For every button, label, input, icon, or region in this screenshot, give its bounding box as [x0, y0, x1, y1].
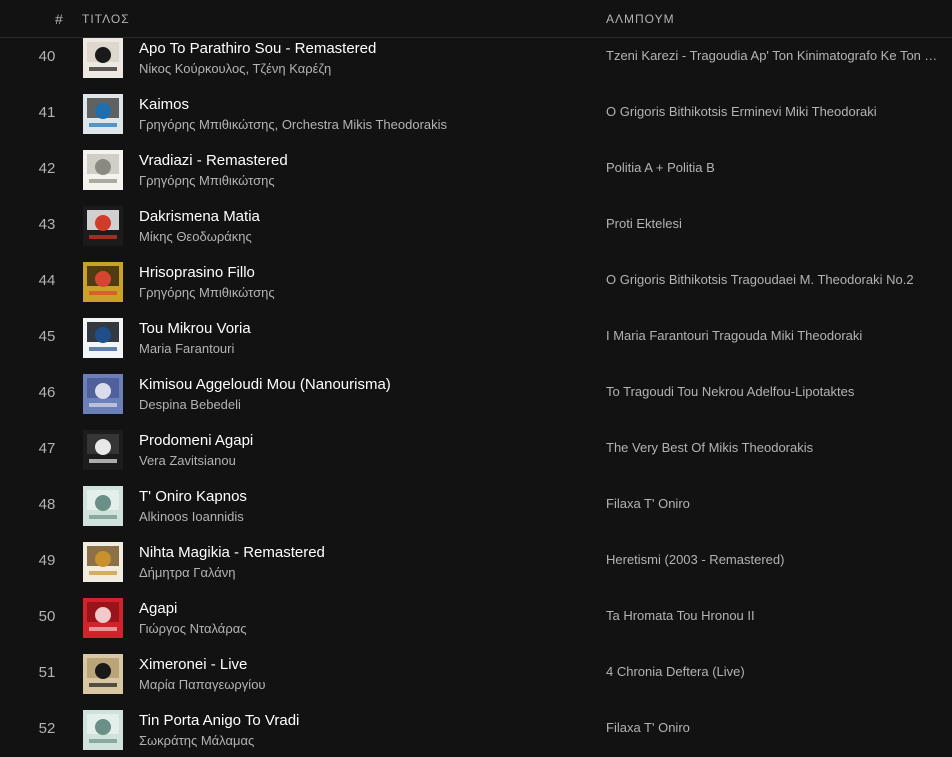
track-title[interactable]: Ximeronei - Live	[139, 656, 247, 673]
track-album[interactable]: O Grigoris Bithikotsis Tragoudaei M. The…	[606, 272, 944, 287]
album-cover	[83, 710, 123, 750]
track-row[interactable]: 43 Dakrismena Matia Μίκης Θεοδωράκης Proti …	[0, 197, 952, 253]
track-album[interactable]: To Tragoudi Tou Nekrou Adelfou-Lipotakte…	[606, 384, 944, 399]
track-title[interactable]: T' Oniro Kapnos	[139, 488, 247, 505]
track-artist[interactable]: Vera Zavitsianou	[139, 453, 236, 468]
track-artist[interactable]: Despina Bebedeli	[139, 397, 241, 412]
track-title[interactable]: Kaimos	[139, 96, 189, 113]
track-row[interactable]: 45 Tou Mikrou Voria Maria Farantouri I Mari…	[0, 309, 952, 365]
track-number: 48	[38, 496, 56, 513]
track-title[interactable]: Vradiazi - Remastered	[139, 152, 288, 169]
column-header-title[interactable]: ΤΙΤΛΟΣ	[82, 12, 130, 26]
album-cover	[83, 94, 123, 134]
track-title[interactable]: Dakrismena Matia	[139, 208, 260, 225]
album-cover	[83, 206, 123, 246]
track-title[interactable]: Hrisoprasino Fillo	[139, 264, 255, 281]
track-title[interactable]: Prodomeni Agapi	[139, 432, 253, 449]
track-row[interactable]: 51 Ximeronei - Live Μαρία Παπαγεωργίου 4 Ch…	[0, 645, 952, 701]
track-artist[interactable]: Μαρία Παπαγεωργίου	[139, 677, 266, 692]
track-album[interactable]: Heretismi (2003 - Remastered)	[606, 552, 944, 567]
album-cover	[83, 150, 123, 190]
track-number: 46	[38, 384, 56, 401]
album-cover	[83, 318, 123, 358]
track-number: 40	[38, 48, 56, 65]
track-row[interactable]: 41 Kaimos Γρηγόρης Μπιθικώτσης, Orchestra …	[0, 85, 952, 141]
track-title[interactable]: Apo To Parathiro Sou - Remastered	[139, 40, 376, 57]
track-number: 47	[38, 440, 56, 457]
track-artist[interactable]: Γρηγόρης Μπιθικώτσης	[139, 285, 275, 300]
column-header-album[interactable]: ΑΛΜΠΟΥΜ	[606, 12, 675, 26]
album-cover	[83, 654, 123, 694]
track-number: 45	[38, 328, 56, 345]
track-album[interactable]: The Very Best Of Mikis Theodorakis	[606, 440, 944, 455]
track-number: 43	[38, 216, 56, 233]
track-artist[interactable]: Σωκράτης Μάλαμας	[139, 733, 254, 748]
track-artist[interactable]: Maria Farantouri	[139, 341, 234, 356]
track-row[interactable]: 47 Prodomeni Agapi Vera Zavitsianou The Ver…	[0, 421, 952, 477]
track-number: 44	[38, 272, 56, 289]
track-artist[interactable]: Γιώργος Νταλάρας	[139, 621, 247, 636]
track-album[interactable]: Filaxa T' Oniro	[606, 720, 944, 735]
track-row[interactable]: 42 Vradiazi - Remastered Γρηγόρης Μπιθικώτ…	[0, 141, 952, 197]
track-number: 49	[38, 552, 56, 569]
tracklist: 40 Apo To Parathiro Sou - Remastered Νίκος…	[0, 29, 952, 757]
track-artist[interactable]: Alkinoos Ioannidis	[139, 509, 244, 524]
track-title[interactable]: Tou Mikrou Voria	[139, 320, 251, 337]
track-album[interactable]: I Maria Farantouri Tragouda Miki Theodor…	[606, 328, 944, 343]
album-cover	[83, 598, 123, 638]
track-row[interactable]: 49 Nihta Magikia - Remastered Δήμητρα Γαλά…	[0, 533, 952, 589]
track-number: 50	[38, 608, 56, 625]
album-cover	[83, 542, 123, 582]
track-artist[interactable]: Νίκος Κούρκουλος, Τζένη Καρέζη	[139, 61, 331, 76]
track-album[interactable]: Politia A + Politia B	[606, 160, 944, 175]
album-cover	[83, 430, 123, 470]
track-row[interactable]: 40 Apo To Parathiro Sou - Remastered Νίκος…	[0, 29, 952, 85]
album-cover	[83, 262, 123, 302]
track-album[interactable]: Proti Ektelesi	[606, 216, 944, 231]
track-album[interactable]: Tzeni Karezi - Tragoudia Ap' Ton Kinimat…	[606, 48, 944, 63]
track-album[interactable]: Filaxa T' Oniro	[606, 496, 944, 511]
track-title[interactable]: Tin Porta Anigo To Vradi	[139, 712, 299, 729]
track-artist[interactable]: Δήμητρα Γαλάνη	[139, 565, 236, 580]
album-cover	[83, 374, 123, 414]
track-title[interactable]: Nihta Magikia - Remastered	[139, 544, 325, 561]
track-artist[interactable]: Μίκης Θεοδωράκης	[139, 229, 252, 244]
track-row[interactable]: 46 Kimisou Aggeloudi Mou (Nanourisma) Desp…	[0, 365, 952, 421]
track-number: 42	[38, 160, 56, 177]
track-title[interactable]: Agapi	[139, 600, 177, 617]
track-album[interactable]: 4 Chronia Deftera (Live)	[606, 664, 944, 679]
track-album[interactable]: Ta Hromata Tou Hronou II	[606, 608, 944, 623]
track-number: 41	[38, 104, 56, 121]
track-title[interactable]: Kimisou Aggeloudi Mou (Nanourisma)	[139, 376, 391, 393]
column-header-number: #	[55, 11, 63, 27]
track-row[interactable]: 48 T' Oniro Kapnos Alkinoos Ioannidis Filax…	[0, 477, 952, 533]
track-row[interactable]: 52 Tin Porta Anigo To Vradi Σωκράτης Μάλαμ…	[0, 701, 952, 757]
track-artist[interactable]: Γρηγόρης Μπιθικώτσης, Orchestra Mikis Th…	[139, 117, 447, 132]
track-number: 51	[38, 664, 56, 681]
track-artist[interactable]: Γρηγόρης Μπιθικώτσης	[139, 173, 275, 188]
album-cover	[83, 38, 123, 78]
track-number: 52	[38, 720, 56, 737]
track-row[interactable]: 44 Hrisoprasino Fillo Γρηγόρης Μπιθικώτσης…	[0, 253, 952, 309]
track-row[interactable]: 50 Agapi Γιώργος Νταλάρας Ta Hromata Tou Hr…	[0, 589, 952, 645]
album-cover	[83, 486, 123, 526]
track-album[interactable]: O Grigoris Bithikotsis Erminevi Miki The…	[606, 104, 944, 119]
